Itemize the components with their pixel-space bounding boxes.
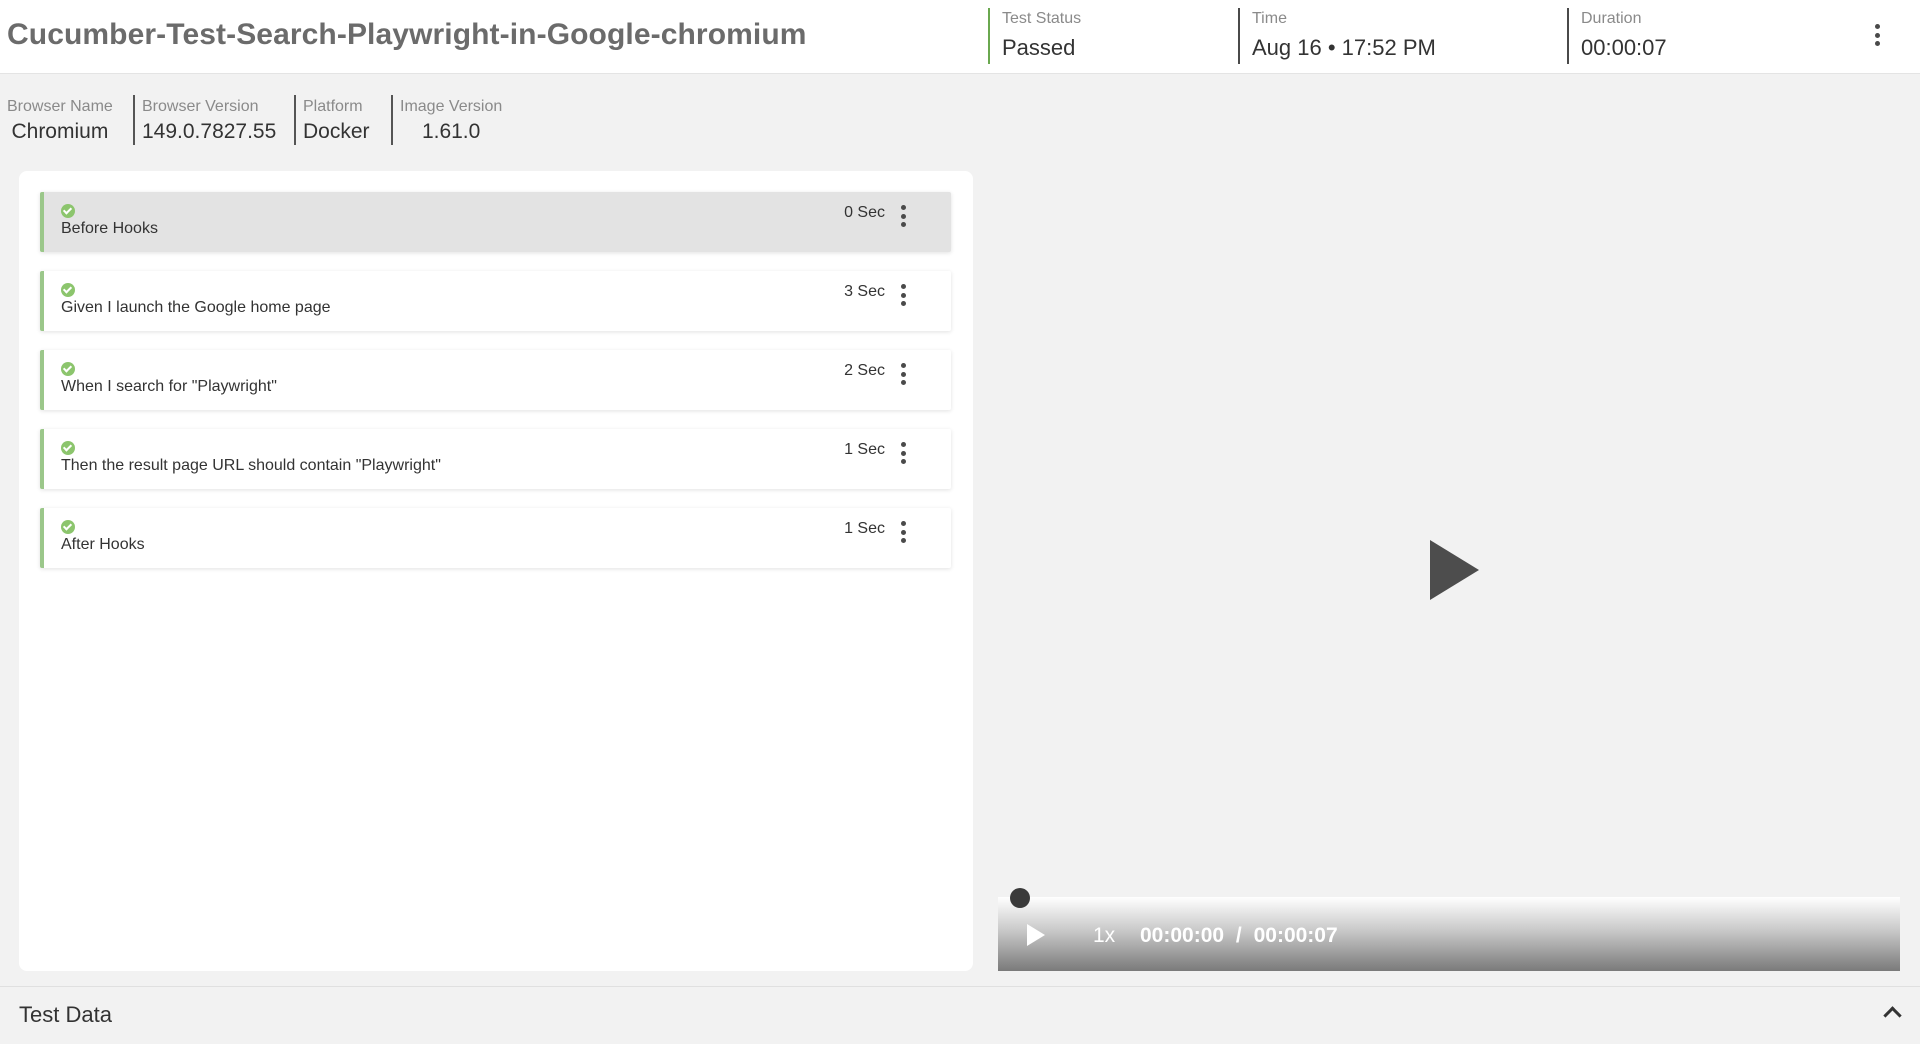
- step-name: Before Hooks: [61, 220, 158, 237]
- video-controls: 1x 00:00:00 / 00:00:07: [998, 888, 1900, 971]
- browser-version-field: Browser Version 149.0.7827.55: [133, 95, 284, 145]
- step-name: When I search for "Playwright": [61, 378, 277, 395]
- more-vertical-icon[interactable]: [891, 518, 915, 546]
- time-separator: /: [1235, 924, 1242, 947]
- more-vertical-icon[interactable]: [891, 202, 915, 230]
- more-vertical-icon[interactable]: [891, 439, 915, 467]
- time-label: Time: [1252, 10, 1287, 27]
- seek-slider-handle[interactable]: [1010, 888, 1030, 908]
- platform-field: Platform Docker: [294, 95, 378, 145]
- browser-name-label: Browser Name: [7, 98, 113, 115]
- dot: [1874, 24, 1880, 29]
- step-item[interactable]: Before Hooks 0 Sec: [40, 192, 951, 252]
- total-time: 00:00:07: [1253, 924, 1338, 947]
- page-title: Cucumber-Test-Search-Playwright-in-Googl…: [7, 18, 807, 51]
- chevron-up-icon[interactable]: [1883, 1006, 1902, 1025]
- step-name: Then the result page URL should contain …: [61, 457, 441, 474]
- step-duration: 3 Sec: [844, 283, 885, 300]
- test-data-section-header[interactable]: Test Data: [0, 986, 1920, 1044]
- current-time: 00:00:00: [1140, 924, 1225, 947]
- step-item[interactable]: Then the result page URL should contain …: [40, 429, 951, 489]
- test-data-title: Test Data: [19, 1002, 112, 1027]
- step-duration: 2 Sec: [844, 362, 885, 379]
- image-version-field: Image Version 1.61.0: [391, 95, 510, 145]
- image-version-label: Image Version: [400, 98, 503, 115]
- timecode: 00:00:00 / 00:00:07: [1140, 924, 1338, 948]
- check-circle-icon: [61, 362, 75, 376]
- test-status-value: Passed: [1002, 35, 1076, 60]
- more-vertical-icon[interactable]: [891, 360, 915, 388]
- check-circle-icon: [61, 283, 75, 297]
- play-icon[interactable]: [1430, 540, 1479, 600]
- browser-version-value: 149.0.7827.55: [142, 120, 277, 143]
- step-duration: 1 Sec: [844, 441, 885, 458]
- steps-panel: Before Hooks 0 Sec Given I launch the Go…: [19, 171, 973, 971]
- step-duration: 1 Sec: [844, 520, 885, 537]
- browser-name-field: Browser Name Chromium: [0, 95, 121, 145]
- step-duration: 0 Sec: [844, 204, 885, 221]
- test-status-label: Test Status: [1002, 10, 1082, 27]
- platform-label: Platform: [303, 98, 363, 115]
- browser-version-label: Browser Version: [142, 98, 259, 115]
- dot: [1874, 41, 1880, 46]
- playback-speed-button[interactable]: 1x: [1093, 924, 1115, 948]
- build-meta-row: Browser Name Chromium Browser Version 14…: [0, 75, 1920, 157]
- step-name: Given I launch the Google home page: [61, 299, 331, 316]
- duration-value: 00:00:07: [1581, 35, 1667, 60]
- step-name: After Hooks: [61, 536, 145, 553]
- image-version-value: 1.61.0: [421, 120, 481, 143]
- duration-field: Duration 00:00:07: [1567, 8, 1667, 64]
- video-player[interactable]: 1x 00:00:00 / 00:00:07: [998, 157, 1900, 971]
- dot: [1874, 32, 1880, 38]
- more-vertical-icon[interactable]: [891, 281, 915, 309]
- platform-value: Docker: [303, 120, 370, 143]
- check-circle-icon: [61, 204, 75, 218]
- browser-name-value: Chromium: [11, 120, 109, 143]
- check-circle-icon: [61, 520, 75, 534]
- more-vertical-icon[interactable]: [1865, 21, 1889, 49]
- step-item[interactable]: After Hooks 1 Sec: [40, 508, 951, 568]
- time-field: Time Aug 16 • 17:52 PM: [1238, 8, 1436, 64]
- time-value: Aug 16 • 17:52 PM: [1252, 35, 1436, 60]
- page-header: Cucumber-Test-Search-Playwright-in-Googl…: [0, 0, 1920, 74]
- duration-label: Duration: [1581, 10, 1642, 27]
- step-item[interactable]: When I search for "Playwright" 2 Sec: [40, 350, 951, 410]
- step-item[interactable]: Given I launch the Google home page 3 Se…: [40, 271, 951, 331]
- play-button[interactable]: [1027, 924, 1045, 946]
- check-circle-icon: [61, 441, 75, 455]
- test-status-field: Test Status Passed: [988, 8, 1081, 64]
